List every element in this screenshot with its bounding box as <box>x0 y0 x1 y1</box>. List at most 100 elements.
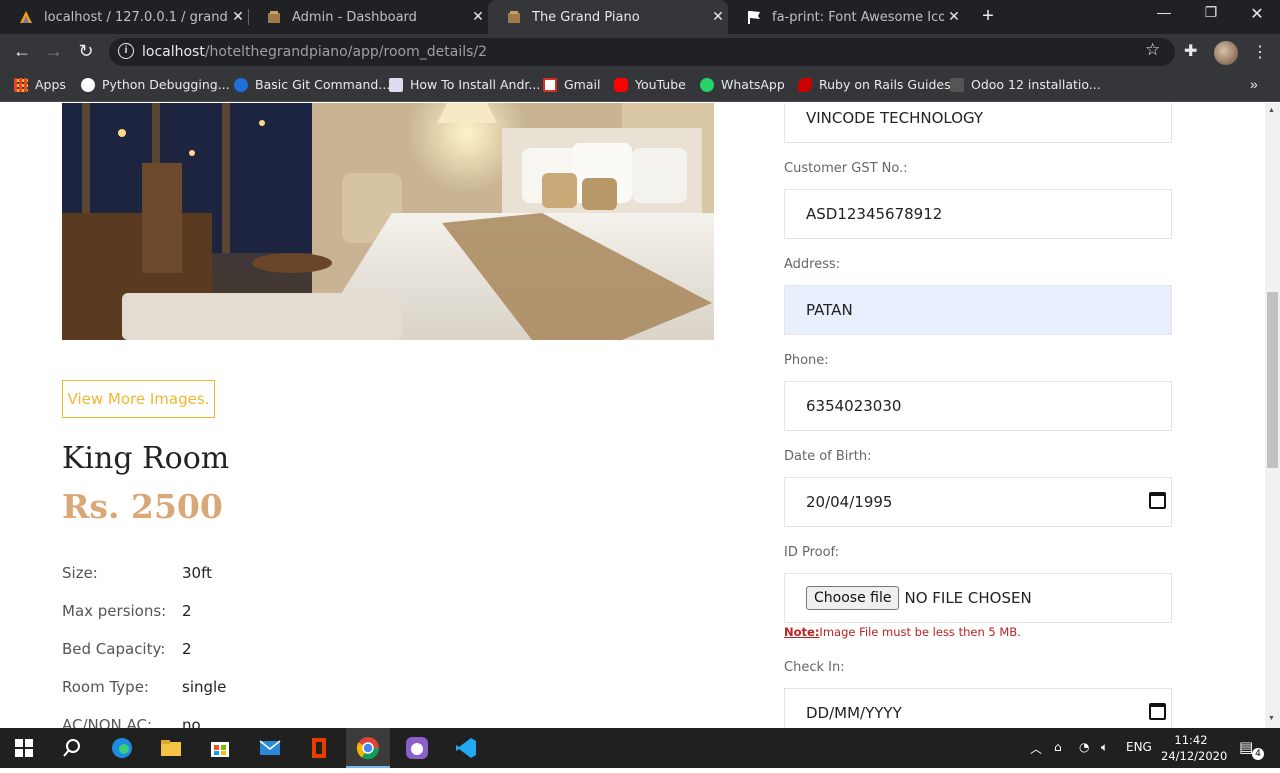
search-icon[interactable] <box>60 736 84 760</box>
windows-start-icon[interactable] <box>12 736 36 760</box>
company-name-input[interactable]: VINCODE TECHNOLOGY <box>784 103 1172 143</box>
bookmark-site-icon <box>389 77 403 92</box>
bookmark-python[interactable]: Python Debugging... <box>81 77 230 92</box>
address-label: Address: <box>784 257 841 272</box>
url-path: /hotelthegrandpiano/app/room_details/2 <box>204 44 488 60</box>
tab-font-awesome[interactable]: fa-print: Font Awesome Icons ✕ <box>728 0 964 34</box>
gst-input[interactable]: ASD12345678912 <box>784 189 1172 239</box>
phone-input[interactable]: 6354023030 <box>784 381 1172 431</box>
tab-the-grand-piano[interactable]: The Grand Piano ✕ <box>488 0 728 34</box>
view-more-images-button[interactable]: View More Images. <box>62 380 215 418</box>
scrollbar-thumb[interactable] <box>1267 292 1278 468</box>
address-input[interactable]: PATAN <box>784 285 1172 335</box>
spec-value-max-persons: 2 <box>182 602 192 620</box>
profile-avatar[interactable] <box>1214 41 1238 65</box>
spec-label-room-type: Room Type: <box>62 678 149 696</box>
bookmark-star-icon[interactable]: ☆ <box>1145 40 1160 60</box>
bookmark-gmail[interactable]: Gmail <box>543 77 600 92</box>
volume-icon[interactable]: 🔈︎ <box>1101 740 1108 755</box>
spec-value-bed-capacity: 2 <box>182 640 192 658</box>
file-size-note: Note:Image File must be less then 5 MB. <box>784 625 1021 639</box>
reload-icon[interactable]: ↻ <box>74 41 98 62</box>
language-indicator[interactable]: ENG <box>1126 740 1152 754</box>
tab-title: localhost / 127.0.0.1 / grandpiano <box>44 9 228 25</box>
tab-bar: localhost / 127.0.0.1 / grandpiano ✕ Adm… <box>0 0 1280 34</box>
gst-label: Customer GST No.: <box>784 161 908 176</box>
office-icon[interactable] <box>307 736 331 760</box>
rails-icon <box>798 77 812 92</box>
id-proof-label: ID Proof: <box>784 545 840 560</box>
whatsapp-icon <box>700 77 714 92</box>
file-explorer-icon[interactable] <box>159 736 183 760</box>
room-photo <box>62 103 714 340</box>
spec-label-ac: AC/NON AC: <box>62 716 153 728</box>
dob-value: 20/04/1995 <box>806 493 893 511</box>
window-close-icon[interactable]: ✕ <box>1242 4 1272 24</box>
check-in-input[interactable]: DD/MM/YYYY <box>784 688 1172 728</box>
bookmarks-bar: Apps Python Debugging... Basic Git Comma… <box>0 70 1280 102</box>
address-bar[interactable]: localhost/hotelthegrandpiano/app/room_de… <box>109 38 1175 66</box>
back-arrow-icon[interactable]: ← <box>10 41 34 62</box>
id-proof-file-input[interactable]: Choose file NO FILE CHOSEN <box>784 573 1172 623</box>
gmail-icon <box>543 77 557 92</box>
tab-title: Admin - Dashboard <box>292 9 417 25</box>
site-info-icon[interactable]: i <box>118 43 134 59</box>
new-tab-icon[interactable]: + <box>976 5 1000 28</box>
bookmarks-overflow-icon[interactable]: » <box>1250 76 1258 92</box>
close-icon[interactable]: ✕ <box>228 9 248 25</box>
mail-icon[interactable] <box>258 736 282 760</box>
system-clock[interactable]: 11:42 24/12/2020 <box>1161 732 1228 764</box>
bookmark-rails[interactable]: Ruby on Rails Guides <box>798 77 951 92</box>
close-icon[interactable]: ✕ <box>708 9 728 25</box>
spec-label-max-persons: Max persions: <box>62 602 167 620</box>
choose-file-button[interactable]: Choose file <box>806 586 900 610</box>
spec-value-ac: no <box>182 716 201 728</box>
scroll-down-icon[interactable]: ▼ <box>1268 715 1275 722</box>
spec-label-bed-capacity: Bed Capacity: <box>62 640 166 658</box>
spec-value-room-type: single <box>182 678 227 696</box>
bookmark-git[interactable]: Basic Git Command... <box>234 77 390 92</box>
extensions-puzzle-icon[interactable]: ✚ <box>1184 41 1197 61</box>
odoo-icon <box>950 77 964 92</box>
forward-arrow-icon[interactable]: → <box>42 41 66 62</box>
menu-kebab-icon[interactable]: ⋮ <box>1252 42 1268 62</box>
tab-admin-dashboard[interactable]: Admin - Dashboard ✕ <box>248 0 488 34</box>
url-host: localhost <box>142 44 205 60</box>
device-icon[interactable]: ⌂ <box>1054 740 1062 754</box>
flag-icon <box>746 9 762 25</box>
apps-grid-icon <box>14 77 28 92</box>
tab-title: The Grand Piano <box>532 9 640 25</box>
wifi-icon[interactable]: ◔ <box>1079 740 1089 754</box>
bookmark-android[interactable]: How To Install Andr... <box>389 77 540 92</box>
bookmark-whatsapp[interactable]: WhatsApp <box>700 77 785 92</box>
clock-date: 24/12/2020 <box>1161 749 1228 763</box>
bookmark-odoo[interactable]: Odoo 12 installatio... <box>950 77 1101 92</box>
minimize-icon[interactable]: — <box>1149 4 1179 20</box>
windows-taskbar: ︿ ⌂ ◔ 🔈︎ ENG 11:42 24/12/2020 ▤ 4 <box>0 728 1280 768</box>
calendar-icon[interactable] <box>1149 492 1166 509</box>
bookmark-youtube[interactable]: YouTube <box>614 77 686 92</box>
bookmark-apps[interactable]: Apps <box>14 77 66 92</box>
tab-phpmyadmin[interactable]: localhost / 127.0.0.1 / grandpiano ✕ <box>0 0 248 34</box>
note-text: Image File must be less then 5 MB. <box>819 625 1021 639</box>
vscode-icon[interactable] <box>454 736 478 760</box>
store-icon[interactable] <box>208 736 232 760</box>
phone-label: Phone: <box>784 353 829 368</box>
dob-input[interactable]: 20/04/1995 <box>784 477 1172 527</box>
tab-title: fa-print: Font Awesome Icons <box>772 9 944 25</box>
page-scrollbar[interactable]: ▲ ▼ <box>1265 103 1280 728</box>
scroll-up-icon[interactable]: ▲ <box>1268 107 1275 114</box>
chrome-taskbar-button[interactable] <box>346 728 390 768</box>
tray-chevron-icon[interactable]: ︿ <box>1030 740 1042 757</box>
spec-value-size: 30ft <box>182 564 212 582</box>
note-label: Note: <box>784 625 820 639</box>
edge-icon[interactable] <box>110 736 134 760</box>
github-desktop-icon[interactable] <box>405 736 429 760</box>
hotel-logo-icon <box>506 9 522 25</box>
close-icon[interactable]: ✕ <box>468 9 488 25</box>
close-icon[interactable]: ✕ <box>944 9 964 25</box>
calendar-icon[interactable] <box>1149 703 1166 720</box>
room-price: Rs. 2500 <box>62 487 223 526</box>
check-in-placeholder: DD/MM/YYYY <box>806 704 902 722</box>
restore-icon[interactable]: ❐ <box>1196 4 1226 21</box>
